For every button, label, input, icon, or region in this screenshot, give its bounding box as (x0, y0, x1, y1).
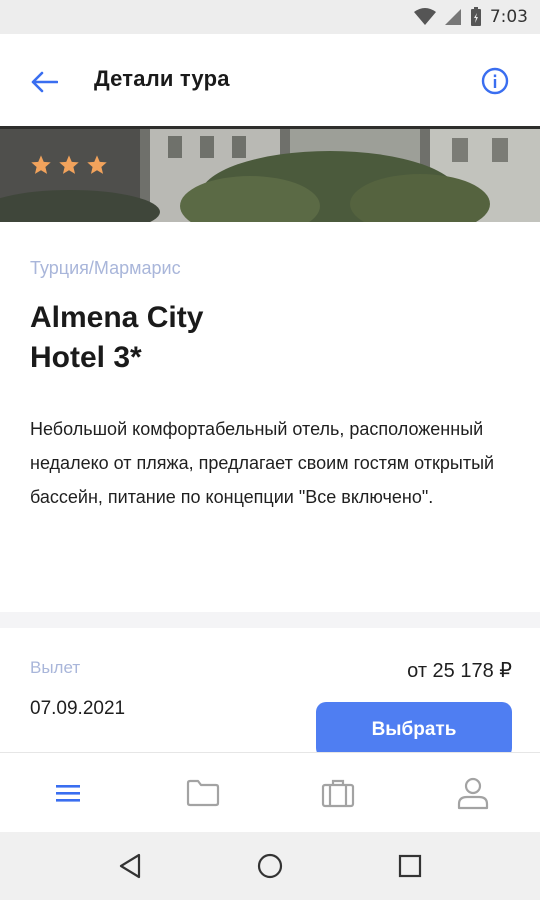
profile-icon (457, 777, 488, 809)
briefcase-icon (321, 779, 354, 807)
hotel-rating (30, 154, 108, 176)
tour-price: от 25 178 ₽ (407, 660, 512, 682)
hotel-name: Almena City Hotel 3* (30, 298, 330, 378)
system-back-button[interactable] (105, 841, 155, 891)
system-home-button[interactable] (245, 841, 295, 891)
square-recents-icon (398, 854, 422, 878)
triangle-back-icon (119, 853, 141, 879)
arrow-back-icon (31, 71, 58, 93)
back-button[interactable] (26, 64, 62, 100)
hotel-name-line: Almena City (30, 301, 204, 334)
bottom-nav (0, 752, 540, 832)
nav-item-profile[interactable] (443, 763, 503, 823)
hotel-location: Турция/Мармарис (30, 258, 181, 278)
star-icon (87, 155, 107, 174)
wifi-icon (413, 8, 436, 25)
circle-home-icon (257, 853, 283, 879)
departure-date: 07.09.2021 (30, 698, 126, 719)
system-nav-bar (0, 832, 540, 900)
folder-icon (186, 779, 219, 806)
hotel-name-line: Hotel 3* (30, 341, 142, 374)
star-icon (31, 155, 51, 174)
nav-item-folder[interactable] (173, 763, 233, 823)
system-recents-button[interactable] (385, 841, 435, 891)
hotel-description: Небольшой комфортабельный отель, располо… (30, 419, 495, 507)
status-time: 7:03 (489, 7, 528, 27)
signal-icon (444, 9, 461, 25)
nav-item-menu[interactable] (38, 763, 98, 823)
menu-icon (55, 784, 80, 802)
info-button[interactable] (480, 66, 510, 96)
app-bar: Детали тура (0, 34, 540, 126)
star-icon (59, 155, 79, 174)
page-title: Детали тура (94, 66, 230, 91)
select-button[interactable]: Выбрать (316, 702, 512, 758)
nav-item-tours[interactable] (308, 763, 368, 823)
screen: 7:03 Детали тура Турция/Мармарис Almena … (0, 0, 540, 900)
departure-section: Вылет от 25 178 ₽ 07.09.2021 Выбрать (0, 628, 540, 758)
departure-label: Вылет (30, 658, 81, 677)
hotel-photo[interactable] (0, 126, 540, 222)
hotel-info-card: Турция/Мармарис Almena City Hotel 3* Неб… (0, 222, 540, 612)
battery-icon (470, 7, 481, 26)
status-bar: 7:03 (0, 0, 540, 34)
info-icon (481, 67, 509, 95)
